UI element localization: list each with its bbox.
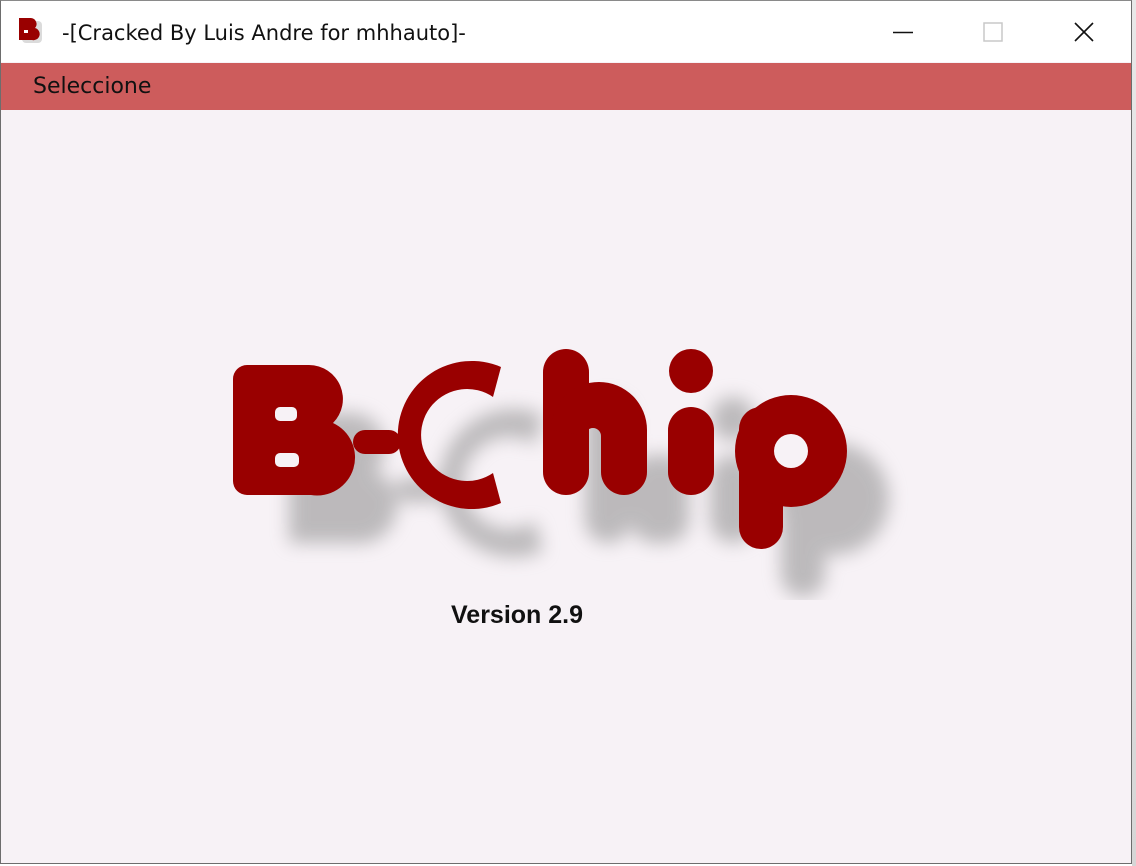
window-title: -[Cracked By Luis Andre for mhhauto]-: [62, 21, 466, 45]
app-window: -[Cracked By Luis Andre for mhhauto]- Se…: [0, 0, 1132, 864]
menu-bar: Seleccione: [1, 63, 1131, 110]
maximize-icon: [983, 22, 1003, 42]
title-bar[interactable]: -[Cracked By Luis Andre for mhhauto]-: [1, 1, 1131, 62]
splash-content: Version 2.9: [1, 110, 1131, 863]
maximize-button[interactable]: [948, 1, 1038, 62]
b-chip-logo: [211, 335, 931, 600]
minimize-button[interactable]: [858, 1, 948, 62]
menu-item-seleccione[interactable]: Seleccione: [18, 70, 166, 104]
close-icon: [1074, 22, 1094, 42]
desktop-background-edge: [1132, 0, 1136, 866]
version-label: Version 2.9: [451, 601, 584, 629]
close-button[interactable]: [1039, 1, 1129, 62]
b-chip-app-icon[interactable]: [16, 16, 46, 46]
